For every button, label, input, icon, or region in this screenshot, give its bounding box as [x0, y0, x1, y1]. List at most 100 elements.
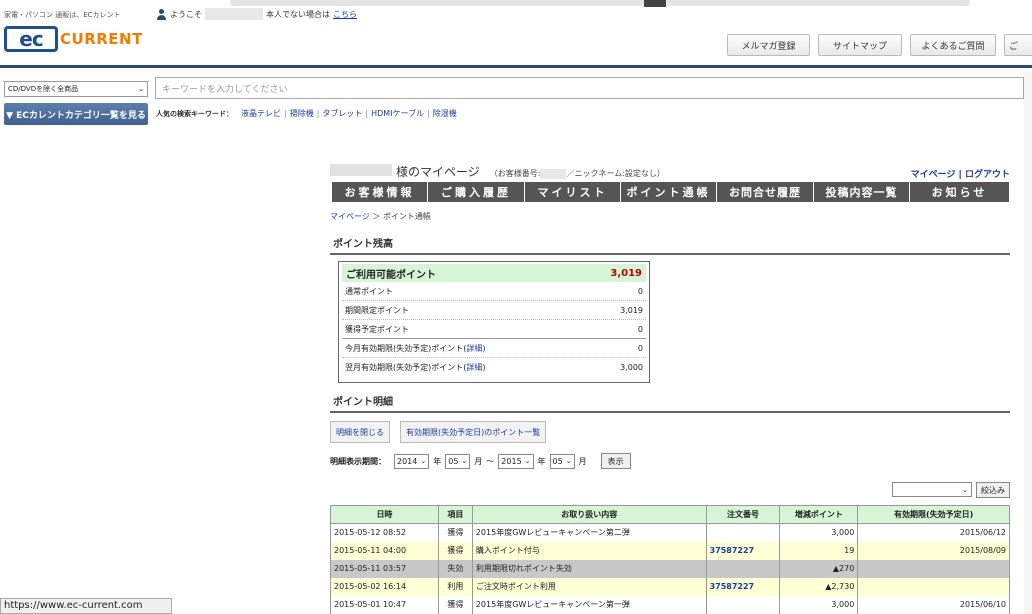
date-cell: 2015-05-01 10:47: [330, 595, 439, 614]
column-header: 増減ポイント: [779, 505, 859, 524]
expiry-list-button[interactable]: 有効期限(失効予定日)のポイント一覧: [400, 421, 547, 443]
type-cell: 利用: [437, 577, 473, 596]
keyword-separator: |: [365, 109, 369, 118]
column-header: お取り扱い内容: [471, 505, 707, 524]
page-title: 様のマイページ （お客様番号: ／ニックネーム:設定なし）: [330, 163, 665, 180]
column-header: 注文番号: [705, 505, 781, 524]
balance-row: 獲得予定ポイント 0: [342, 320, 646, 339]
tab-posts[interactable]: 投稿内容一覧: [814, 182, 910, 202]
expiry-cell: [857, 559, 1010, 578]
balance-row: 翌月有効期限(失効予定)ポイント(詳細) 3,000: [345, 363, 643, 372]
browser-overlay-bar: [230, 0, 970, 6]
points-cell: 19: [779, 541, 859, 560]
chevron-down-icon: ⌄: [461, 457, 468, 465]
customer-number-redacted: [540, 168, 567, 179]
keyword-link[interactable]: HDMIケーブル: [371, 108, 424, 119]
faq-button[interactable]: よくあるご質問: [910, 34, 996, 56]
description-cell: 2015年度GWレビューキャンペーン第二弾: [471, 523, 707, 542]
search-bar: CD/DVDを除く全商品 ⌄ キーワードを入力してください ▼ ECカレントカテ…: [0, 71, 1032, 131]
close-detail-button[interactable]: 明細を閉じる: [330, 421, 390, 443]
logo-ec-mark: ec: [4, 26, 58, 52]
sitemap-button[interactable]: サイトマップ: [818, 34, 902, 56]
order-number-cell[interactable]: 37587227: [705, 541, 781, 560]
from-year-select[interactable]: 2014 ⌄: [394, 453, 430, 469]
welcome-prefix: ようこそ: [170, 9, 202, 19]
popular-keywords: 人気の検索キーワード： 液晶テレビ | 掃除機 | タブレット | HDMIケー…: [156, 108, 457, 119]
browser-status-url: https://www.ec-current.com: [0, 598, 172, 614]
tab-mylist[interactable]: マイリスト: [525, 182, 621, 202]
mypage-tabs: お客様情報 ご購入履歴 マイリスト ポイント通帳 お問合せ履歴 投稿内容一覧 お…: [332, 182, 1010, 202]
newsletter-button[interactable]: メルマガ登録: [727, 34, 810, 56]
chevron-down-icon: ⌄: [138, 85, 144, 93]
available-points-label: ご利用可能ポイント: [346, 269, 436, 281]
user-name-redacted: [205, 8, 263, 20]
breadcrumb: マイページ ＞ ポイント通帳: [330, 211, 431, 222]
search-input[interactable]: キーワードを入力してください: [155, 77, 1024, 99]
from-month-select[interactable]: 05 ⌄: [445, 453, 471, 469]
category-list-button[interactable]: ▼ ECカレントカテゴリ一覧を見る: [4, 103, 148, 125]
tab-inquiry-history[interactable]: お問合せ履歴: [717, 182, 814, 202]
to-year-select[interactable]: 2015 ⌄: [498, 453, 534, 469]
balance-row: 今月有効期限(失効予定)ポイント(詳細) 0: [342, 339, 646, 358]
detail-actions: 明細を閉じる 有効期限(失効予定日)のポイント一覧: [330, 421, 547, 443]
keyword-link[interactable]: 液晶テレビ: [241, 108, 281, 119]
page-scrollbar[interactable]: [1024, 71, 1032, 614]
column-header: 有効期限(失効予定日): [857, 505, 1010, 524]
description-cell: 利用期限切れポイント失効: [471, 559, 707, 578]
logo-current-text: CURRENT: [60, 30, 143, 48]
filter-controls: ⌄ 絞込み: [892, 482, 1010, 498]
detail-heading: ポイント明細: [330, 393, 1010, 413]
points-cell: ▲2,730: [779, 577, 859, 596]
balance-row: 期間限定ポイント 3,019: [342, 301, 646, 320]
expiry-cell: 2015/06/12: [857, 523, 1010, 542]
filter-select[interactable]: ⌄: [892, 482, 972, 497]
header-nav-overflow-button[interactable]: ご: [1004, 34, 1032, 56]
display-button[interactable]: 表示: [600, 453, 631, 469]
customer-info: （お客様番号: ／ニックネーム:設定なし）: [489, 168, 665, 179]
available-points-value: 3,019: [610, 267, 642, 279]
user-icon: [156, 8, 167, 20]
keyword-separator: |: [427, 109, 430, 118]
date-cell: 2015-05-12 08:52: [330, 523, 439, 542]
tagline: 家電・パソコン 通販は、ECカレント: [4, 11, 121, 19]
keyword-separator: |: [316, 109, 320, 118]
not-you-link[interactable]: こちら: [333, 9, 357, 20]
breadcrumb-separator: ＞: [372, 212, 381, 221]
keyword-link[interactable]: タブレット: [322, 108, 362, 119]
chevron-down-icon: ⌄: [420, 457, 427, 465]
site-header: 家電・パソコン 通販は、ECカレント ようこそ 本人でない場合は こちら ec …: [0, 0, 1032, 68]
breadcrumb-current: ポイント通帳: [382, 212, 431, 221]
description-cell: 購入ポイント付与: [471, 541, 707, 560]
type-cell: 失効: [437, 559, 473, 578]
logout-link[interactable]: ログアウト: [965, 170, 1010, 180]
detail-link[interactable]: 詳細: [466, 363, 482, 372]
balance-heading: ポイント残高: [330, 235, 1010, 255]
tab-notices[interactable]: お知らせ: [910, 182, 1010, 202]
period-selector: 明細表示期間： 2014 ⌄ 年 05 ⌄ 月 〜 2015 ⌄ 年 05 ⌄ 月 表示: [330, 453, 631, 469]
breadcrumb-mypage[interactable]: マイページ: [330, 212, 370, 221]
order-number-cell[interactable]: 37587227: [705, 577, 781, 596]
category-select[interactable]: CD/DVDを除く全商品 ⌄: [4, 81, 148, 97]
keyword-link[interactable]: 除湿機: [433, 108, 457, 119]
chevron-down-icon: ⌄: [565, 457, 572, 465]
table-header-row: 日時 項目 お取り扱い内容 注文番号 増減ポイント 有効期限(失効予定日): [330, 505, 1010, 524]
keyword-link[interactable]: 掃除機: [290, 108, 314, 119]
table-row: 2015-05-02 16:14 利用 ご注文時ポイント利用 37587227 ▲2,7…: [330, 577, 1010, 596]
balance-row: 通常ポイント 0: [342, 282, 646, 301]
keyword-separator: |: [284, 109, 287, 118]
date-cell: 2015-05-02 16:14: [330, 577, 439, 596]
welcome-message: ようこそ 本人でない場合は こちら: [156, 8, 357, 20]
detail-link[interactable]: 詳細: [466, 344, 482, 353]
to-month-select[interactable]: 05 ⌄: [549, 453, 575, 469]
table-row: 2015-05-12 08:52 獲得 2015年度GWレビューキャンペーン第二弾 3…: [330, 523, 1010, 542]
point-history-table: 日時 項目 お取り扱い内容 注文番号 増減ポイント 有効期限(失効予定日) 20…: [330, 505, 1010, 614]
chevron-down-icon: ⌄: [524, 457, 531, 465]
order-number-cell: [705, 559, 781, 578]
page-title-text: 様のマイページ: [396, 165, 480, 179]
tab-customer-info[interactable]: お客様情報: [332, 182, 428, 202]
site-logo[interactable]: ec CURRENT: [4, 26, 143, 52]
filter-button[interactable]: 絞込み: [976, 482, 1010, 498]
tab-purchase-history[interactable]: ご購入履歴: [428, 182, 525, 202]
tab-point-book[interactable]: ポイント通帳: [621, 182, 717, 202]
mypage-link[interactable]: マイページ: [911, 170, 956, 180]
